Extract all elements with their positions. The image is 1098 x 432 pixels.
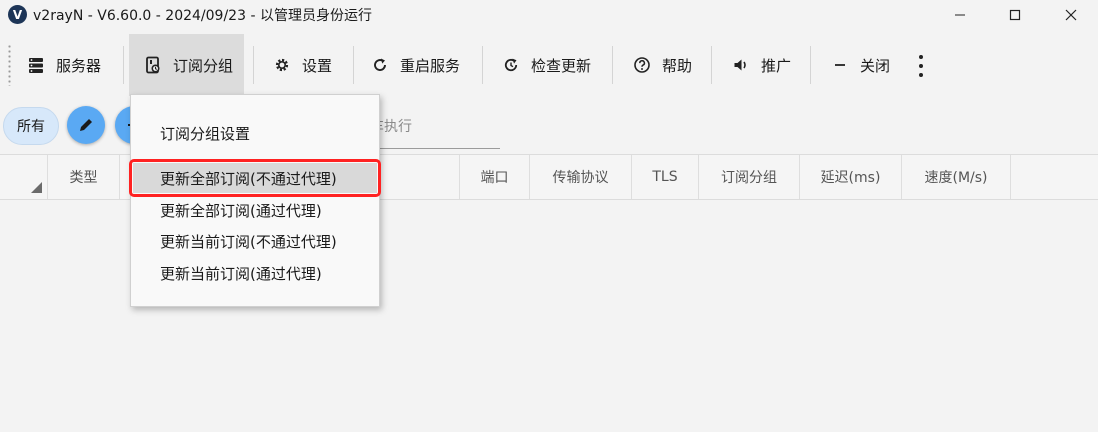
menu-item-subscription-settings[interactable]: 订阅分组设置 bbox=[131, 118, 379, 148]
more-dots-icon bbox=[919, 55, 923, 59]
menu-item-update-current-proxy[interactable]: 更新当前订阅(通过代理) bbox=[131, 258, 379, 288]
update-icon bbox=[501, 55, 521, 75]
restart-service-label: 重启服务 bbox=[400, 56, 461, 75]
subscription-group-menu: 订阅分组设置 更新全部订阅(不通过代理) 更新全部订阅(通过代理) 更新当前订阅… bbox=[130, 94, 380, 307]
column-header-subscription[interactable]: 订阅分组 bbox=[699, 155, 800, 199]
edit-button[interactable] bbox=[67, 106, 105, 144]
title-bar: V v2rayN - V6.60.0 - 2024/09/23 - 以管理员身份… bbox=[0, 0, 1098, 30]
column-header-speed[interactable]: 速度(M/s) bbox=[902, 155, 1011, 199]
toolbar-grip[interactable] bbox=[8, 44, 11, 86]
close-icon bbox=[1065, 9, 1077, 21]
column-header-latency[interactable]: 延迟(ms) bbox=[800, 155, 902, 199]
menu-item-update-current-no-proxy[interactable]: 更新当前订阅(不通过代理) bbox=[131, 226, 379, 256]
promote-label: 推广 bbox=[761, 56, 792, 75]
maximize-button[interactable] bbox=[992, 0, 1038, 30]
settings-button[interactable]: 设置 bbox=[258, 34, 353, 96]
help-label: 帮助 bbox=[662, 56, 693, 75]
column-header-port[interactable]: 端口 bbox=[460, 155, 530, 199]
highlight-annotation-box bbox=[129, 159, 381, 197]
subscription-group-label: 订阅分组 bbox=[173, 56, 234, 75]
pencil-icon bbox=[80, 119, 92, 131]
minimize-icon bbox=[955, 14, 965, 16]
check-update-label: 检查更新 bbox=[531, 56, 592, 75]
subscription-icon bbox=[143, 55, 163, 75]
close-window-button[interactable] bbox=[1048, 0, 1094, 30]
column-header-tls[interactable]: TLS bbox=[632, 155, 699, 199]
servers-button[interactable]: 服务器 bbox=[12, 34, 129, 96]
settings-label: 设置 bbox=[302, 56, 333, 75]
minus-icon bbox=[830, 55, 850, 75]
subscription-group-button[interactable]: 订阅分组 bbox=[129, 34, 244, 96]
menu-item-update-all-proxy[interactable]: 更新全部订阅(通过代理) bbox=[131, 195, 379, 225]
help-button[interactable]: 帮助 bbox=[618, 34, 708, 96]
close-button[interactable]: 关闭 bbox=[816, 34, 906, 96]
app-logo-icon: V bbox=[8, 5, 27, 24]
window-title: v2rayN - V6.60.0 - 2024/09/23 - 以管理员身份运行 bbox=[33, 8, 372, 24]
help-icon bbox=[632, 55, 652, 75]
server-icon bbox=[26, 55, 46, 75]
refresh-icon bbox=[370, 55, 390, 75]
maximize-icon bbox=[1009, 9, 1021, 21]
speaker-icon bbox=[731, 55, 751, 75]
filter-chip-all[interactable]: 所有 bbox=[3, 107, 59, 145]
check-update-button[interactable]: 检查更新 bbox=[487, 34, 612, 96]
column-header-transport[interactable]: 传输协议 bbox=[530, 155, 632, 199]
select-all-triangle-icon[interactable] bbox=[31, 182, 42, 193]
restart-service-button[interactable]: 重启服务 bbox=[356, 34, 481, 96]
promote-button[interactable]: 推广 bbox=[717, 34, 807, 96]
servers-label: 服务器 bbox=[56, 56, 102, 75]
minimize-button[interactable] bbox=[937, 0, 983, 30]
filter-chip-all-label: 所有 bbox=[17, 119, 45, 135]
close-label: 关闭 bbox=[860, 56, 891, 75]
gear-icon bbox=[272, 55, 292, 75]
column-header-type[interactable]: 类型 bbox=[48, 155, 120, 199]
more-options-button[interactable] bbox=[914, 52, 928, 80]
